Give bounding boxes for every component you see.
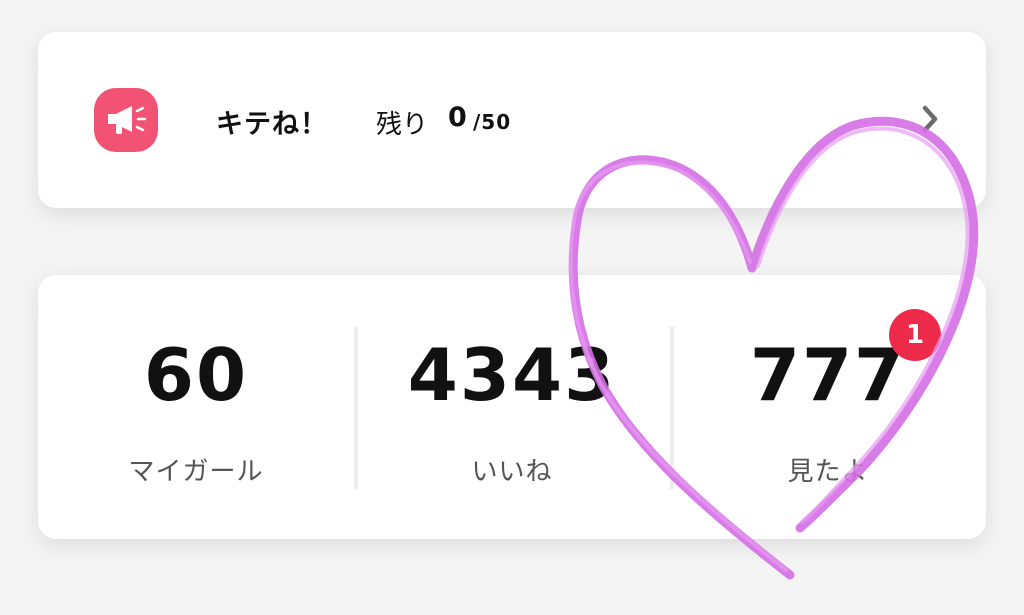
stat-viewed[interactable]: 777 見たよ <box>670 275 986 539</box>
stat-value: 60 <box>143 333 249 417</box>
remaining-label: 残り <box>376 110 429 140</box>
remaining-total: /50 <box>473 110 512 134</box>
promo-title: キテね！ <box>216 109 328 140</box>
stat-label: いいね <box>471 457 553 487</box>
kitene-banner[interactable]: キテね！ 残り 0 /50 <box>38 32 986 208</box>
remaining-count: 0 <box>448 102 467 133</box>
notification-badge: 1 <box>889 309 941 361</box>
stat-label: マイガール <box>128 457 264 487</box>
stat-label: 見たよ <box>787 457 869 487</box>
stats-card: 60 マイガール 4343 いいね 777 見たよ 1 <box>38 275 986 539</box>
chevron-right-icon[interactable] <box>916 102 944 136</box>
page: キテね！ 残り 0 /50 60 マイガール 4343 いいね 777 見たよ … <box>0 0 1024 615</box>
stat-likes[interactable]: 4343 いいね <box>354 275 670 539</box>
stat-value: 4343 <box>407 333 617 417</box>
stat-value: 777 <box>749 333 907 417</box>
megaphone-icon <box>94 88 158 152</box>
stat-my-girl[interactable]: 60 マイガール <box>38 275 354 539</box>
